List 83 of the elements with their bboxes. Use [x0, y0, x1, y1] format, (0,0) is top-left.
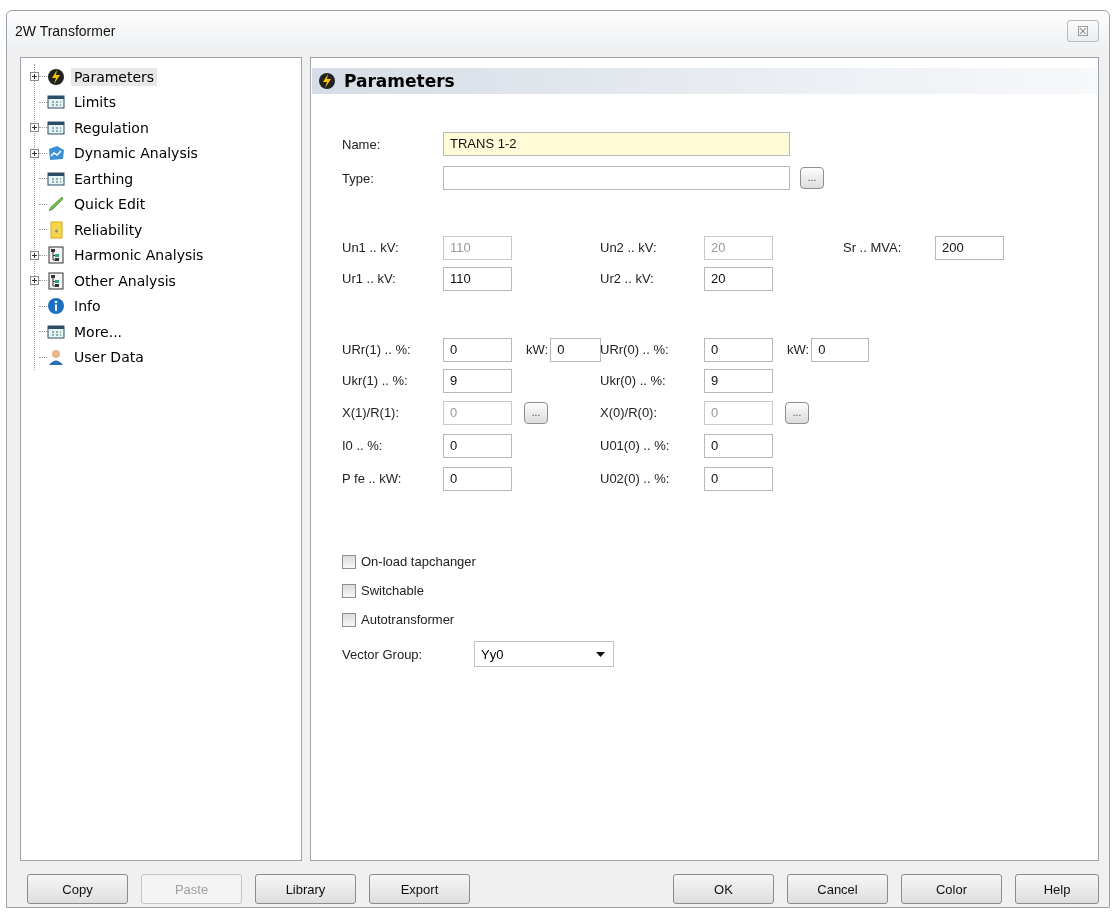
tree-item[interactable]: Quick Edit [71, 195, 149, 214]
checkbox[interactable] [342, 612, 356, 627]
dialog-button[interactable]: Export [369, 874, 470, 904]
tree-item[interactable]: User Data [71, 348, 147, 367]
field-label: URr(1) .. %: [342, 342, 412, 357]
info-icon [47, 297, 65, 316]
dropdown-arrow-icon [596, 651, 605, 657]
field-label: U02(0) .. %: [600, 471, 671, 486]
tree-item[interactable]: More... [71, 322, 126, 341]
section-title: Parameters [344, 71, 455, 91]
tree-item[interactable]: Regulation [71, 118, 152, 137]
pencil-icon [47, 195, 65, 214]
table-icon [47, 169, 65, 188]
dialog-button[interactable]: OK [673, 874, 774, 904]
field-label: Sr .. MVA: [843, 240, 903, 255]
field-label: Vector Group: [342, 646, 424, 662]
field-label: X(1)/R(1): [342, 405, 401, 420]
hierarchy-icon [47, 246, 65, 265]
checkbox-label: Autotransformer [361, 612, 455, 627]
dialog-button[interactable]: Library [255, 874, 356, 904]
type-field[interactable] [443, 166, 790, 190]
tree-item[interactable]: Dynamic Analysis [71, 144, 201, 163]
field-label: I0 .. %: [342, 438, 384, 453]
browse-button[interactable]: ... [800, 167, 824, 189]
input-field[interactable]: 0 [443, 466, 512, 491]
field-label: kW: [526, 342, 549, 357]
window-title: 2W Transformer [15, 23, 116, 39]
chart-icon [47, 144, 65, 163]
table-icon [47, 118, 65, 137]
input-field[interactable]: 110 [443, 266, 512, 291]
expand-icon[interactable] [30, 250, 39, 260]
field-label: U01(0) .. %: [600, 438, 671, 453]
checkbox[interactable] [342, 583, 356, 598]
input-field[interactable]: 0 [811, 337, 870, 362]
table-icon [47, 322, 65, 341]
field-label: kW: [787, 342, 810, 357]
checkbox-label: Switchable [361, 583, 424, 598]
input-field[interactable]: 9 [443, 368, 512, 393]
tree-item[interactable]: Other Analysis [71, 271, 179, 290]
input-field[interactable]: 0 [704, 337, 773, 362]
lightning-icon [47, 67, 65, 86]
vector-group-dropdown[interactable]: Yy0 [474, 641, 614, 667]
field-label: Ukr(1) .. %: [342, 373, 409, 388]
input-field[interactable]: 0 [550, 337, 602, 362]
tree-item[interactable]: Reliability [71, 220, 146, 239]
field-label: URr(0) .. %: [600, 342, 670, 357]
input-field[interactable]: 0 [704, 466, 773, 491]
field-label: Type: [342, 170, 375, 186]
tree-item[interactable]: Parameters [71, 67, 158, 86]
input-field[interactable]: 0 [443, 433, 512, 458]
field-label: P fe .. kW: [342, 471, 403, 486]
input-field[interactable]: 0 [443, 337, 512, 362]
tree-item[interactable]: Limits [71, 93, 119, 112]
input-field[interactable]: 0 [704, 433, 773, 458]
dialog-button[interactable]: Color [901, 874, 1002, 904]
checkbox[interactable] [342, 554, 356, 569]
lightning-icon [318, 72, 336, 90]
input-field[interactable]: 9 [704, 368, 773, 393]
field-label: Un2 .. kV: [600, 240, 658, 255]
field-label: Ukr(0) .. %: [600, 373, 667, 388]
note-icon [47, 220, 65, 239]
field-label: X(0)/R(0): [600, 405, 659, 420]
field-label: Un1 .. kV: [342, 240, 400, 255]
tree-item[interactable]: Info [71, 297, 104, 316]
dialog-button[interactable]: Cancel [787, 874, 888, 904]
tree-item[interactable]: Harmonic Analysis [71, 246, 207, 265]
user-icon [47, 348, 65, 367]
expand-icon[interactable] [30, 123, 39, 133]
tree-item[interactable]: Earthing [71, 169, 137, 188]
field-label: Name: [342, 136, 382, 152]
input-field[interactable]: 20 [704, 266, 773, 291]
expand-icon[interactable] [30, 276, 39, 286]
checkbox-label: On-load tapchanger [361, 554, 476, 569]
dialog-button[interactable]: Copy [27, 874, 128, 904]
hierarchy-icon [47, 271, 65, 290]
expand-icon[interactable] [30, 148, 39, 158]
input-field[interactable]: 200 [935, 235, 1004, 260]
table-icon [47, 93, 65, 112]
field-label: Ur2 .. kV: [600, 271, 655, 286]
field-label: Ur1 .. kV: [342, 271, 397, 286]
dialog-button[interactable]: Help [1015, 874, 1099, 904]
name-field[interactable]: TRANS 1-2 [443, 132, 790, 156]
expand-icon[interactable] [30, 72, 39, 82]
